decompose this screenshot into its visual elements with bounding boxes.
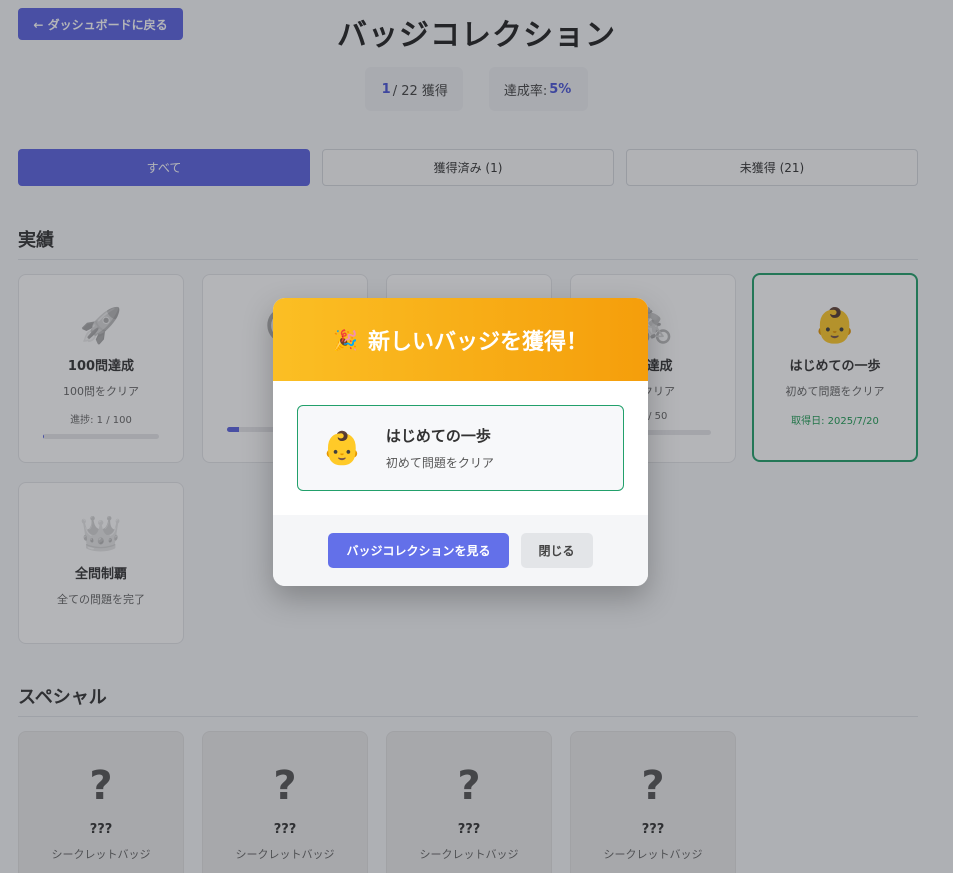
new-badge-modal: 🎉 新しいバッジを獲得！ 👶 はじめての一歩 初めて問題をクリア バッジコレクシ…: [273, 298, 648, 586]
baby-icon: 👶: [322, 429, 362, 467]
modal-header: 🎉 新しいバッジを獲得！: [273, 298, 648, 381]
party-popper-icon: 🎉: [333, 327, 358, 352]
view-badge-collection-button[interactable]: バッジコレクションを見る: [328, 533, 509, 568]
close-button[interactable]: 閉じる: [520, 533, 593, 568]
modal-title: 新しいバッジを獲得！: [367, 329, 588, 355]
modal-footer: バッジコレクションを見る 閉じる: [273, 515, 648, 586]
new-badge-desc: 初めて問題をクリア: [385, 456, 494, 470]
new-badge-card: 👶 はじめての一歩 初めて問題をクリア: [297, 405, 624, 491]
new-badge-name: はじめての一歩: [385, 427, 491, 445]
modal-body: 👶 はじめての一歩 初めて問題をクリア: [273, 381, 648, 515]
